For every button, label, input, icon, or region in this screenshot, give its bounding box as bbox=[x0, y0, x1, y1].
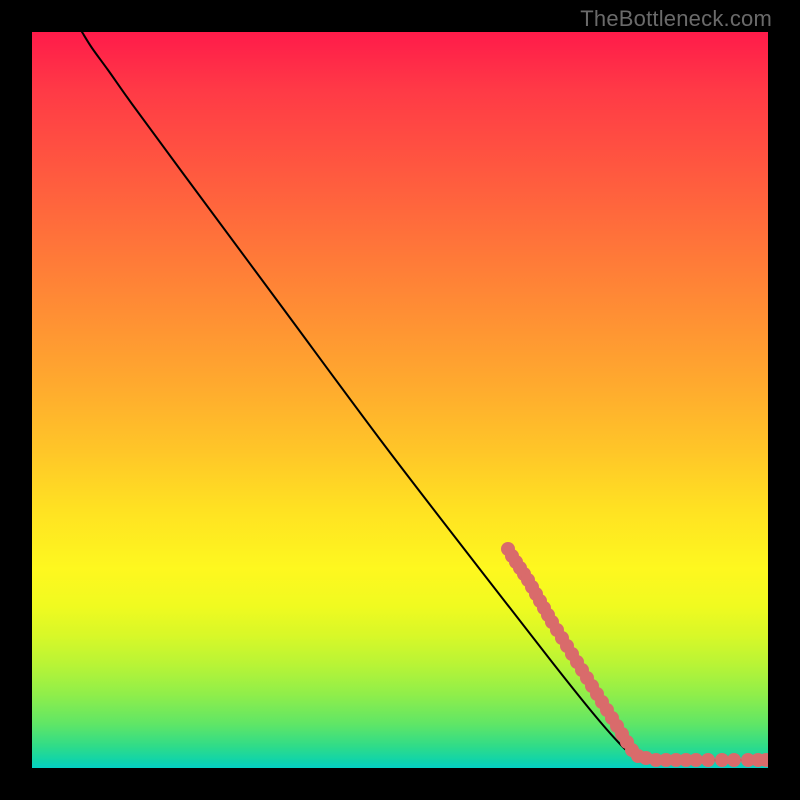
chart-frame: TheBottleneck.com bbox=[0, 0, 800, 800]
scatter-point bbox=[727, 753, 741, 767]
curve-line bbox=[82, 32, 768, 760]
plot-area bbox=[32, 32, 768, 768]
scatter-point bbox=[715, 753, 729, 767]
scatter-point bbox=[689, 753, 703, 767]
chart-svg bbox=[32, 32, 768, 768]
scatter-points bbox=[501, 542, 768, 767]
scatter-point bbox=[701, 753, 715, 767]
watermark-text: TheBottleneck.com bbox=[580, 6, 772, 32]
